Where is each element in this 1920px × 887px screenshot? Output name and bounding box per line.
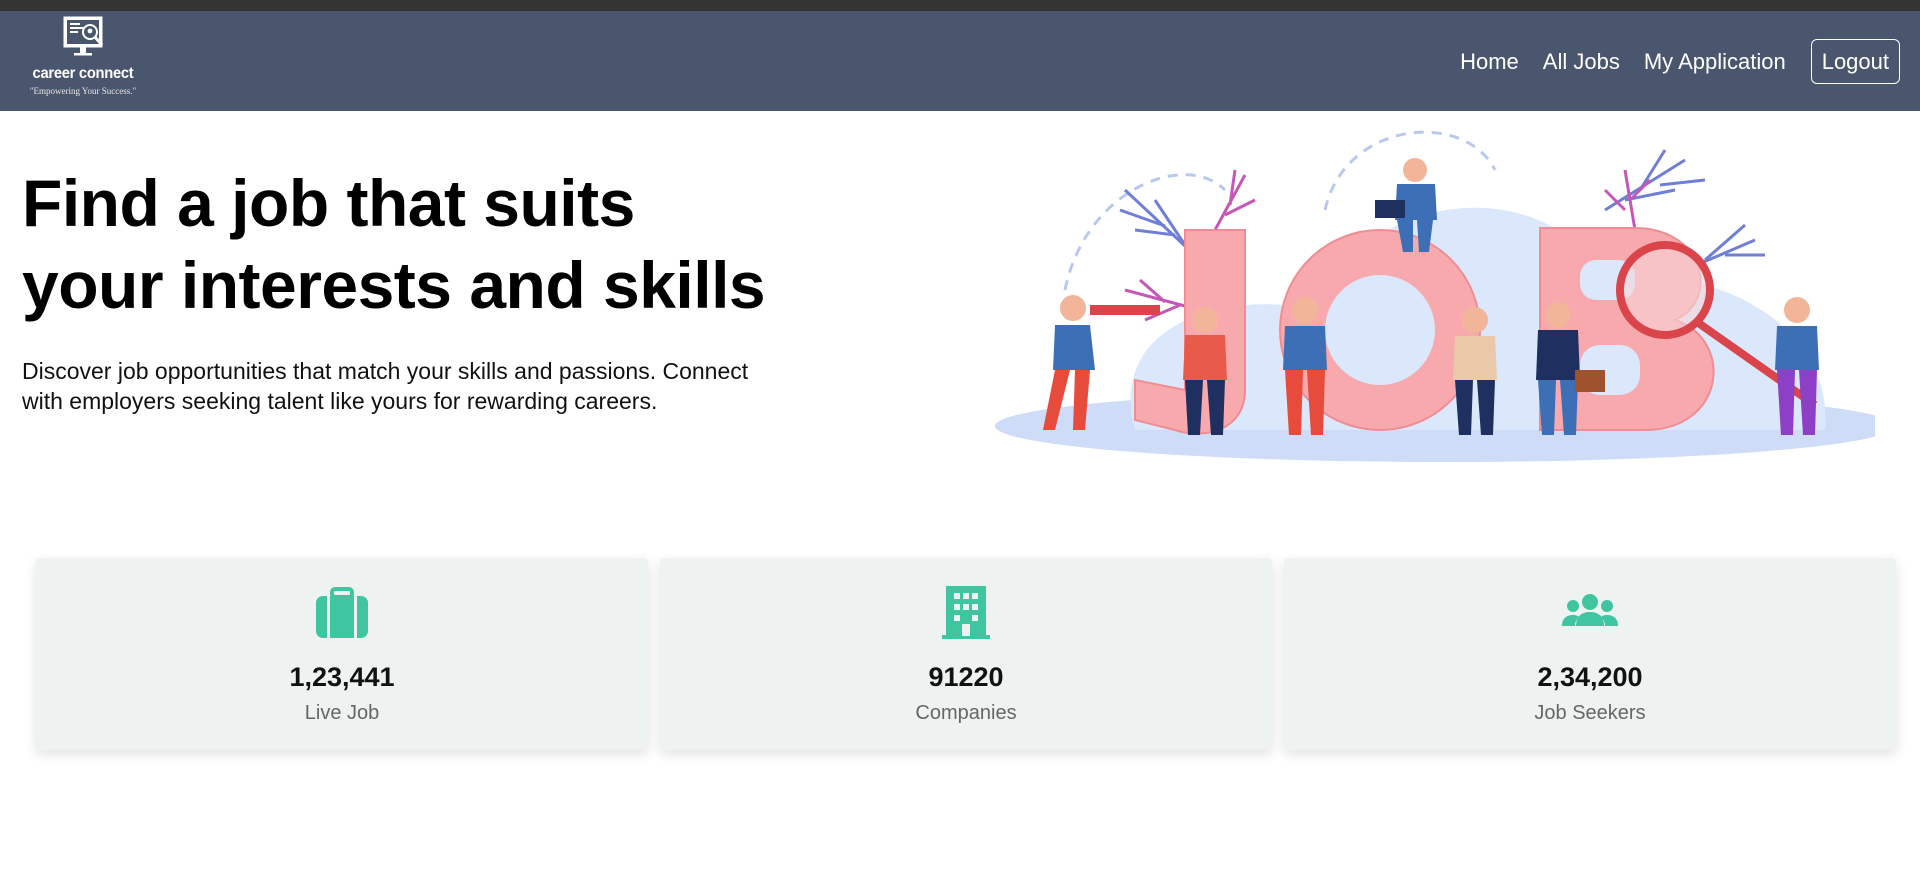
building-icon — [942, 586, 990, 639]
stat-card-live-job: 1,23,441 Live Job — [36, 558, 648, 750]
hero-title-line-2: your interests and skills — [22, 248, 766, 322]
stat-card-companies: 91220 Companies — [660, 558, 1272, 750]
stat-value: 1,23,441 — [289, 662, 395, 692]
hero-description: Discover job opportunities that match yo… — [22, 358, 749, 414]
brand-tagline: "Empowering Your Success." — [29, 86, 137, 96]
hero-title: Find a job that suits your interests and… — [22, 162, 802, 326]
stat-label: Companies — [915, 702, 1017, 724]
job-search-illustration — [995, 130, 1875, 462]
nav-home-link[interactable]: Home — [1448, 49, 1531, 75]
logout-button[interactable]: Logout — [1810, 39, 1900, 84]
brand-name: career connect — [32, 65, 134, 82]
browser-top-strip — [0, 0, 1920, 11]
stat-value: 91220 — [928, 662, 1004, 692]
nav-my-application-link[interactable]: My Application — [1632, 49, 1798, 75]
users-icon — [1562, 594, 1618, 626]
brand-logo[interactable]: career connect "Empowering Your Success.… — [28, 15, 138, 105]
stat-card-job-seekers: 2,34,200 Job Seekers — [1284, 558, 1896, 750]
stat-value: 2,34,200 — [1537, 662, 1643, 692]
monitor-logo-icon — [63, 16, 104, 56]
nav-links: Home All Jobs My Application Logout — [1448, 38, 1900, 85]
navbar: career connect "Empowering Your Success.… — [0, 11, 1920, 111]
nav-all-jobs-link[interactable]: All Jobs — [1531, 49, 1632, 75]
stat-label: Job Seekers — [1534, 702, 1646, 724]
briefcase-icon — [316, 587, 368, 638]
stat-label: Live Job — [304, 702, 380, 724]
stats-section: 1,23,441 Live Job 91220 Companies 2,34,2… — [36, 558, 1896, 758]
hero-title-line-1: Find a job that suits — [22, 166, 635, 240]
